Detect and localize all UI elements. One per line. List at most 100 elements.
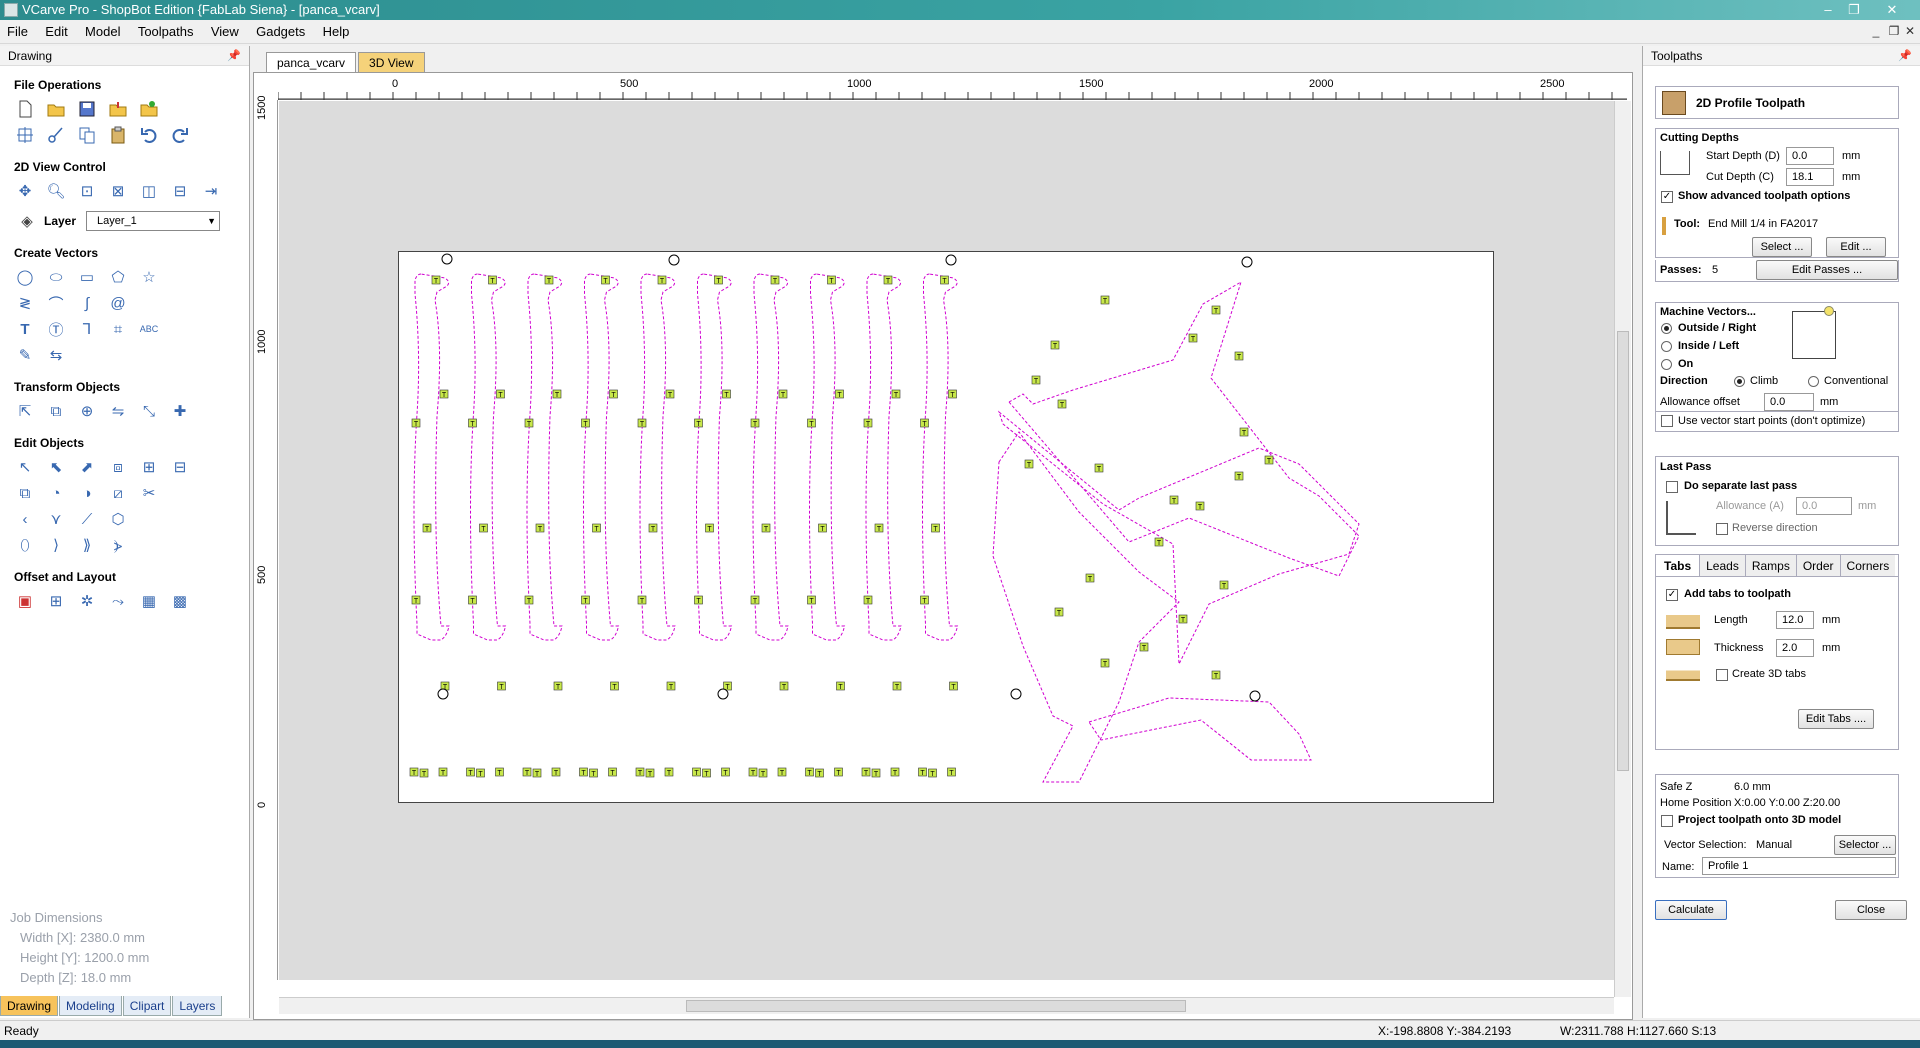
toolpath-name-input[interactable]: Profile 1 xyxy=(1702,857,1896,875)
tab-clipart[interactable]: Clipart xyxy=(122,996,172,1016)
tab-modeling[interactable]: Modeling xyxy=(59,996,122,1016)
pan-icon[interactable]: ✥ xyxy=(14,180,36,202)
trace-bitmap-icon[interactable]: ✎ xyxy=(14,344,36,366)
add-tabs-checkbox[interactable]: ✓ xyxy=(1666,589,1678,601)
text-on-curve-icon[interactable]: Ꞁ xyxy=(76,318,98,340)
menu-toolpaths[interactable]: Toolpaths xyxy=(131,20,201,44)
text-box-icon[interactable]: Ⓣ xyxy=(45,318,67,340)
import-vectors-icon[interactable] xyxy=(107,98,129,120)
curve-fit-icon[interactable]: ⟩ xyxy=(45,534,67,556)
rectangle-icon[interactable]: ▭ xyxy=(76,266,98,288)
group-icon[interactable]: ⊞ xyxy=(138,456,160,478)
selection-handle[interactable] xyxy=(1010,688,1022,700)
zoom-icon[interactable]: 🔍︎ xyxy=(45,180,67,202)
text-arc-icon[interactable]: ABC xyxy=(138,318,160,340)
curve-icon[interactable]: ∫ xyxy=(76,292,98,314)
circular-array-icon[interactable]: ✲ xyxy=(76,590,98,612)
job-setup-icon[interactable] xyxy=(14,124,36,146)
maximize-icon[interactable]: ❐ xyxy=(1842,1,1866,19)
selection-handle[interactable] xyxy=(1241,256,1253,268)
menu-edit[interactable]: Edit xyxy=(38,20,74,44)
copy-icon[interactable] xyxy=(76,124,98,146)
subtract-icon[interactable]: ◔ xyxy=(45,482,67,504)
view-split-icon[interactable]: ◫ xyxy=(138,180,160,202)
intersect-icon[interactable]: ◑ xyxy=(76,482,98,504)
selection-handle[interactable] xyxy=(1249,690,1261,702)
paste-icon[interactable] xyxy=(107,124,129,146)
selection-handle[interactable] xyxy=(717,688,729,700)
allowance-a-input[interactable]: 0.0 xyxy=(1796,497,1852,515)
create-3d-tabs-checkbox[interactable] xyxy=(1716,669,1728,681)
selection-handle[interactable] xyxy=(945,254,957,266)
mirror-icon[interactable]: ⇋ xyxy=(107,400,129,422)
separate-last-pass-checkbox[interactable] xyxy=(1666,481,1678,493)
conventional-radio[interactable] xyxy=(1808,376,1819,387)
polygon-icon[interactable]: ⬠ xyxy=(107,266,129,288)
trim-icon[interactable]: ⧄ xyxy=(107,482,129,504)
edit-tool-button[interactable]: Edit ... xyxy=(1826,237,1886,257)
tab-ramps[interactable]: Ramps xyxy=(1745,555,1797,576)
tab-layers[interactable]: Layers xyxy=(172,996,223,1016)
scissors-icon[interactable]: ✂ xyxy=(138,482,160,504)
tab-panca-vcarv[interactable]: panca_vcarv xyxy=(266,52,357,72)
star-icon[interactable]: ☆ xyxy=(138,266,160,288)
copy-along-vector-icon[interactable]: ⤳ xyxy=(107,590,129,612)
tab-drawing[interactable]: Drawing xyxy=(0,996,59,1016)
import-bitmap-icon[interactable] xyxy=(138,98,160,120)
toolpath-vectors[interactable]: TTTTTTT TTTTTTTTT TTTTTTTTT TTTTTTTTT TTTTTT… xyxy=(399,252,1495,804)
mdi-close-icon[interactable]: ✕ xyxy=(1902,24,1918,38)
join-icon[interactable]: ‹ xyxy=(14,508,36,530)
tab-leads[interactable]: Leads xyxy=(1700,555,1746,576)
offset-curve-icon[interactable]: ⟫ xyxy=(76,534,98,556)
view-toggle-icon[interactable]: ⇥ xyxy=(200,180,222,202)
weld-icon[interactable]: ⧉ xyxy=(14,482,36,504)
circle-icon[interactable]: ◯ xyxy=(14,266,36,288)
transform-select-icon[interactable]: ⬈ xyxy=(76,456,98,478)
save-icon[interactable] xyxy=(76,98,98,120)
ellipse-icon[interactable]: ⬭ xyxy=(45,266,67,288)
layer-select[interactable]: Layer_1 ▼ xyxy=(86,211,221,231)
cut-depth-input[interactable]: 18.1 xyxy=(1786,168,1834,186)
close-vectors-icon[interactable]: ⬡ xyxy=(107,508,129,530)
menu-view[interactable]: View xyxy=(204,20,246,44)
reverse-direction-checkbox[interactable] xyxy=(1716,523,1728,535)
scale-icon[interactable]: ⤡ xyxy=(138,400,160,422)
allowance-input[interactable]: 0.0 xyxy=(1764,393,1814,411)
tab-corners[interactable]: Corners xyxy=(1840,555,1896,576)
zoom-selected-icon[interactable]: ⊠ xyxy=(107,180,129,202)
close-window-icon[interactable]: ✕ xyxy=(1880,1,1904,19)
calculate-button[interactable]: Calculate xyxy=(1655,900,1727,920)
edit-tabs-button[interactable]: Edit Tabs .... xyxy=(1798,709,1874,729)
offset-icon[interactable]: ▣ xyxy=(14,590,36,612)
fillet-icon[interactable]: ⋎ xyxy=(45,508,67,530)
inside-radio[interactable] xyxy=(1661,341,1672,352)
tab-length-input[interactable]: 12.0 xyxy=(1776,611,1814,629)
pin-icon[interactable]: 📌 xyxy=(227,46,241,66)
close-button[interactable]: Close xyxy=(1835,900,1907,920)
selection-handle[interactable] xyxy=(668,254,680,266)
nesting-icon[interactable]: ▦ xyxy=(138,590,160,612)
smooth-icon[interactable]: ⬯ xyxy=(14,534,36,556)
center-icon[interactable]: ⊕ xyxy=(76,400,98,422)
tab-3d-view[interactable]: 3D View xyxy=(358,52,425,72)
menu-model[interactable]: Model xyxy=(78,20,127,44)
menu-help[interactable]: Help xyxy=(316,20,357,44)
tab-tabs[interactable]: Tabs xyxy=(1656,555,1701,576)
spiral-icon[interactable]: @ xyxy=(107,292,129,314)
cut-icon[interactable] xyxy=(45,124,67,146)
selection-handle[interactable] xyxy=(437,688,449,700)
ungroup-icon[interactable]: ⊟ xyxy=(169,456,191,478)
fit-nest-icon[interactable]: ▩ xyxy=(169,590,191,612)
view-tile-icon[interactable]: ⊟ xyxy=(169,180,191,202)
zoom-extents-icon[interactable]: ⊡ xyxy=(76,180,98,202)
auto-layout-text-icon[interactable]: ⌗ xyxy=(107,318,129,340)
show-advanced-checkbox[interactable]: ✓ xyxy=(1661,191,1673,203)
on-radio[interactable] xyxy=(1661,359,1672,370)
project-toolpath-checkbox[interactable] xyxy=(1661,815,1673,827)
edit-passes-button[interactable]: Edit Passes ... xyxy=(1756,260,1898,280)
new-file-icon[interactable] xyxy=(14,98,36,120)
move-icon[interactable]: ⇱ xyxy=(14,400,36,422)
spline-icon[interactable]: ⦔ xyxy=(107,534,129,556)
open-file-icon[interactable] xyxy=(45,98,67,120)
tab-thickness-input[interactable]: 2.0 xyxy=(1776,639,1814,657)
